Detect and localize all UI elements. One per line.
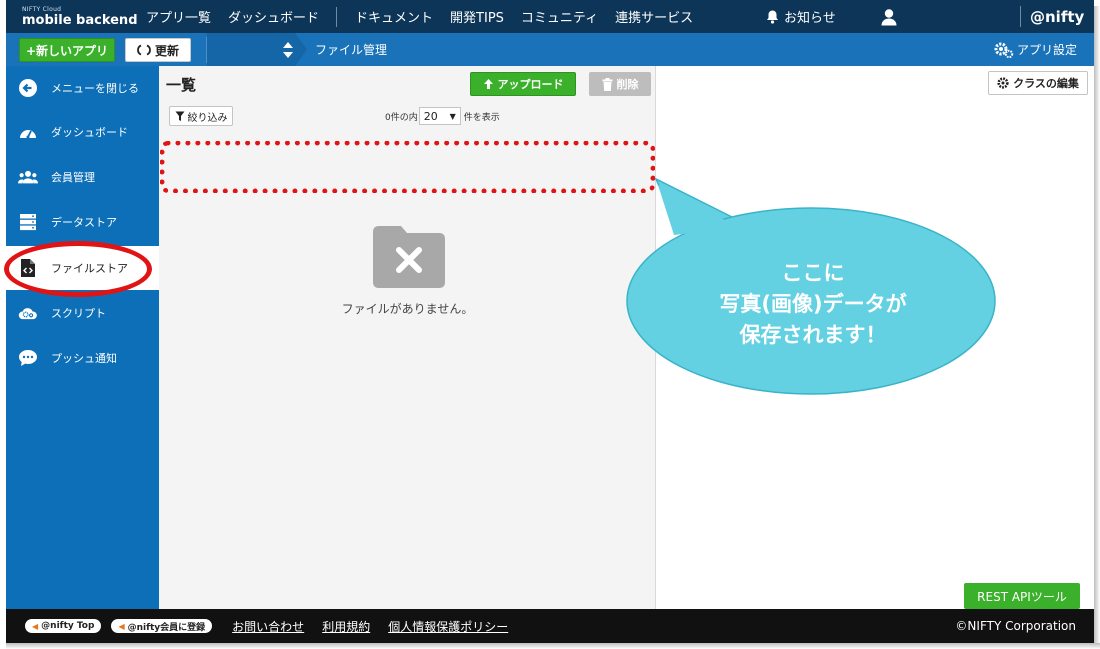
logo-title: mobile backend xyxy=(22,12,138,28)
highlight-dotted-box xyxy=(160,141,655,193)
page-size-select[interactable]: 20 ▼ xyxy=(418,107,461,125)
sidebar-item-push[interactable]: プッシュ通知 xyxy=(6,336,159,380)
frame-shadow-right xyxy=(1094,6,1100,649)
refresh-label: 更新 xyxy=(154,43,179,58)
filter-label: 絞り込み xyxy=(187,112,228,124)
refresh-icon xyxy=(137,44,151,56)
upload-button[interactable]: アップロード xyxy=(470,72,576,96)
bubble-line-3: 保存されます！ xyxy=(739,323,887,347)
top-nav: アプリ一覧 ダッシュボード ドキュメント 開発TIPS コミュニティ 連携サービ… xyxy=(146,0,710,33)
bell-icon xyxy=(767,10,778,24)
triangle-left-icon: ◀ xyxy=(118,621,125,631)
empty-message: ファイルがありません。 xyxy=(341,302,474,316)
count-prefix: 0件の内 xyxy=(385,112,418,123)
new-app-button[interactable]: +新しいアプリ xyxy=(19,38,115,62)
filter-icon xyxy=(175,111,184,121)
nifty-top-badge[interactable]: ◀ @nifty Top xyxy=(25,619,102,633)
nifty-register-badge[interactable]: ◀ @nifty会員に登録 xyxy=(111,619,213,633)
app-toolbar: +新しいアプリ 更新 ファイル管理 アプリ設定 xyxy=(6,33,1094,66)
sidebar: メニューを閉じる ダッシュボード 会員管理 データストア ファイルストア スクリ… xyxy=(6,66,159,609)
count-suffix: 件を表示 xyxy=(463,112,500,123)
sidebar-item-script[interactable]: スクリプト xyxy=(6,291,159,335)
gears-icon xyxy=(994,42,1014,58)
footer: ◀ @nifty Top ◀ @nifty会員に登録 お問い合わせ 利用規約 個… xyxy=(6,609,1094,643)
sidebar-item-label: ダッシュボード xyxy=(51,126,128,139)
user-icon[interactable] xyxy=(880,8,898,26)
arrow-up-icon xyxy=(483,79,493,89)
sidebar-item-label: データストア xyxy=(51,216,117,229)
cloud-gears-icon xyxy=(18,303,38,323)
frame-shadow-bottom xyxy=(6,643,1100,649)
footer-link-contact[interactable]: お問い合わせ xyxy=(232,618,304,635)
logo[interactable]: NIFTY Cloud mobile backend xyxy=(6,5,146,28)
updown-icon[interactable] xyxy=(282,41,294,59)
delete-label: 削除 xyxy=(616,78,639,91)
sidebar-item-label: スクリプト xyxy=(51,307,106,320)
nav-divider xyxy=(336,6,338,27)
nifty-top-label: @nifty Top xyxy=(41,621,95,631)
upload-label: アップロード xyxy=(497,78,564,91)
nav-integrations[interactable]: 連携サービス xyxy=(615,7,693,26)
sidebar-item-dashboard[interactable]: ダッシュボード xyxy=(6,110,159,154)
logo-subtitle: NIFTY Cloud xyxy=(22,5,62,13)
bubble-text: ここに 写真(画像)データが 保存されます！ xyxy=(628,258,998,351)
bubble-line-2: 写真(画像)データが xyxy=(719,292,907,316)
refresh-button[interactable]: 更新 xyxy=(125,38,191,62)
gear-icon xyxy=(997,77,1009,89)
empty-folder-icon xyxy=(373,226,445,288)
nav-dashboard[interactable]: ダッシュボード xyxy=(228,7,319,26)
sidebar-item-label: 会員管理 xyxy=(51,171,95,184)
gauge-icon xyxy=(18,122,38,142)
nav-dev-tips[interactable]: 開発TIPS xyxy=(450,7,504,26)
highlight-ellipse xyxy=(4,241,152,297)
database-icon xyxy=(18,212,38,232)
footer-link-privacy[interactable]: 個人情報保護ポリシー xyxy=(388,618,508,635)
rest-api-tool-button[interactable]: REST APIツール xyxy=(964,583,1080,609)
class-edit-label: クラスの編集 xyxy=(1013,77,1079,90)
chat-bubble-icon xyxy=(18,348,38,368)
class-edit-button[interactable]: クラスの編集 xyxy=(988,71,1088,95)
sidebar-item-close-menu[interactable]: メニューを閉じる xyxy=(6,66,159,110)
brand-divider xyxy=(1020,6,1021,27)
nav-app-list[interactable]: アプリ一覧 xyxy=(146,7,211,26)
nifty-register-label: @nifty会員に登録 xyxy=(127,622,206,633)
app-settings-button[interactable]: アプリ設定 xyxy=(994,33,1077,66)
filter-button[interactable]: 絞り込み xyxy=(169,106,233,126)
sidebar-item-label: メニューを閉じる xyxy=(51,82,139,95)
sidebar-item-label: プッシュ通知 xyxy=(51,352,117,365)
page-size-value: 20 xyxy=(423,109,438,123)
bubble-line-1: ここに xyxy=(781,261,845,285)
notice-link[interactable]: お知らせ xyxy=(766,0,836,33)
sidebar-item-datastore[interactable]: データストア xyxy=(6,200,159,244)
users-icon xyxy=(18,167,38,187)
app-settings-label: アプリ設定 xyxy=(1016,43,1077,57)
nav-documents[interactable]: ドキュメント xyxy=(355,7,433,26)
breadcrumb: ファイル管理 xyxy=(315,43,388,57)
arrow-left-circle-icon xyxy=(18,78,38,98)
triangle-left-icon: ◀ xyxy=(32,621,39,631)
copyright: ©NIFTY Corporation xyxy=(955,619,1076,633)
sidebar-item-users[interactable]: 会員管理 xyxy=(6,155,159,199)
nav-community[interactable]: コミュニティ xyxy=(521,7,598,26)
nifty-brand-link[interactable]: @nifty xyxy=(1030,0,1084,33)
delete-button[interactable]: 削除 xyxy=(589,72,651,96)
page-size-control: 0件の内 20 ▼ 件を表示 xyxy=(385,106,500,126)
trash-icon xyxy=(602,77,612,91)
footer-link-terms[interactable]: 利用規約 xyxy=(322,618,370,635)
caret-down-icon: ▼ xyxy=(449,111,456,121)
panel-title: 一覧 xyxy=(166,76,197,94)
notice-label: お知らせ xyxy=(784,11,836,26)
top-navbar: NIFTY Cloud mobile backend アプリ一覧 ダッシュボード… xyxy=(6,0,1094,33)
